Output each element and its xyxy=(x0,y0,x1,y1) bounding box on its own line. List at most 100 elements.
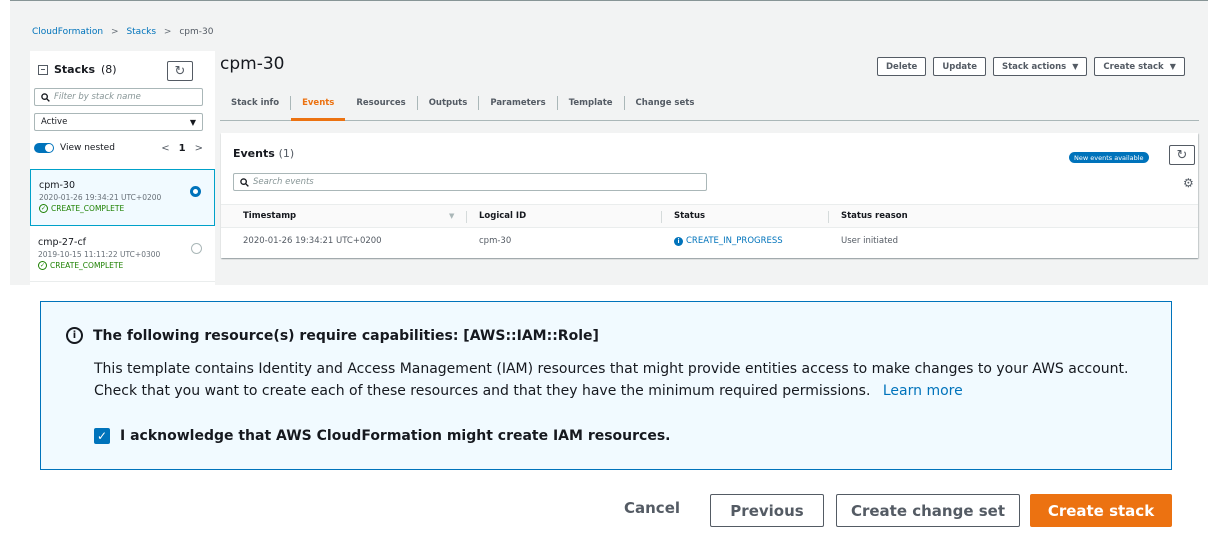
create-stack-dropdown-button[interactable]: Create stack ▼ xyxy=(1094,57,1185,76)
refresh-icon: ↻ xyxy=(1176,147,1188,163)
stack-select-radio[interactable] xyxy=(191,243,202,254)
tab-change-sets[interactable]: Change sets xyxy=(623,96,706,110)
tab-stack-info[interactable]: Stack info xyxy=(220,96,290,110)
tab-events[interactable]: Events xyxy=(290,96,346,121)
create-change-set-button[interactable]: Create change set xyxy=(836,494,1020,527)
caret-down-icon: ▼ xyxy=(1072,62,1079,71)
stack-name[interactable]: cpm-30 xyxy=(39,180,206,191)
stacks-header: Stacks (8) xyxy=(38,63,117,76)
collapse-icon[interactable] xyxy=(38,64,48,75)
column-divider xyxy=(661,211,662,223)
stack-status: ✓ CREATE_COMPLETE xyxy=(38,261,207,270)
event-status-text: CREATE_IN_PROGRESS xyxy=(686,236,783,246)
column-divider xyxy=(466,211,467,223)
search-icon xyxy=(240,177,249,187)
column-header-timestamp[interactable]: Timestamp xyxy=(243,205,453,227)
sort-down-icon[interactable]: ▼ xyxy=(449,205,454,227)
event-status: i CREATE_IN_PROGRESS xyxy=(674,229,844,253)
cancel-button[interactable]: Cancel xyxy=(624,499,680,517)
event-status-reason: User initiated xyxy=(841,236,899,246)
tab-parameters[interactable]: Parameters xyxy=(478,96,556,110)
event-timestamp: 2020-01-26 19:34:21 UTC+0200 xyxy=(243,236,382,246)
breadcrumb-separator-icon: > xyxy=(111,27,119,37)
view-nested-row: View nested < 1 > xyxy=(34,140,203,156)
stack-name[interactable]: cmp-27-cf xyxy=(38,237,207,248)
stacks-title: Stacks xyxy=(54,63,95,76)
stack-actions-button[interactable]: Stack actions ▼ xyxy=(992,57,1088,76)
learn-more-link[interactable]: Learn more xyxy=(883,383,963,399)
pagination: < 1 > xyxy=(161,143,203,154)
caret-down-icon: ▼ xyxy=(1169,62,1176,71)
breadcrumb-separator-icon: > xyxy=(163,27,172,37)
stack-actions-label: Stack actions xyxy=(1001,61,1067,72)
capabilities-alert: i The following resource(s) require capa… xyxy=(40,301,1172,470)
events-heading: Events (1) xyxy=(233,147,294,160)
column-header-status: Status xyxy=(674,211,706,221)
breadcrumb-cloudformation[interactable]: CloudFormation xyxy=(32,27,103,37)
stacks-count: (8) xyxy=(101,63,117,76)
page-next-icon[interactable]: > xyxy=(195,143,203,154)
capabilities-line-2-wrap: Check that you want to create each of th… xyxy=(94,380,1164,402)
info-icon: i xyxy=(66,327,83,344)
create-stack-label: Create stack xyxy=(1103,61,1164,72)
tab-outputs[interactable]: Outputs xyxy=(416,96,479,110)
events-count: (1) xyxy=(278,147,295,160)
table-row: 2020-01-26 19:34:21 UTC+0200 cpm-30 i CR… xyxy=(221,229,1198,253)
stacks-refresh-button[interactable]: ↻ xyxy=(167,61,193,81)
stack-filter-placeholder: Filter by stack name xyxy=(54,92,141,102)
search-icon xyxy=(41,92,50,102)
success-check-icon: ✓ xyxy=(38,261,47,270)
breadcrumb: CloudFormation > Stacks > cpm-30 xyxy=(32,27,213,37)
tab-template[interactable]: Template xyxy=(556,96,624,110)
acknowledge-label[interactable]: I acknowledge that AWS CloudFormation mi… xyxy=(120,428,671,444)
capabilities-heading: i The following resource(s) require capa… xyxy=(66,327,599,344)
tab-resources[interactable]: Resources xyxy=(345,96,416,110)
cloudformation-console-panel: CloudFormation > Stacks > cpm-30 Stacks … xyxy=(10,0,1208,285)
page-number[interactable]: 1 xyxy=(179,143,186,154)
column-header-logical-id: Logical ID xyxy=(479,211,527,221)
events-refresh-button[interactable]: ↻ xyxy=(1169,145,1195,165)
new-events-badge[interactable]: New events available xyxy=(1069,152,1149,163)
capabilities-title: The following resource(s) require capabi… xyxy=(93,327,599,344)
stack-list-item[interactable]: cmp-27-cf 2019-10-15 11:11:22 UTC+0300 ✓… xyxy=(30,227,215,282)
events-title: Events xyxy=(233,147,275,160)
stack-status-text: CREATE_COMPLETE xyxy=(50,261,124,270)
info-icon: i xyxy=(674,236,683,246)
previous-button[interactable]: Previous xyxy=(710,494,824,527)
stack-select-radio[interactable] xyxy=(190,186,201,197)
view-nested-toggle[interactable] xyxy=(34,143,54,153)
refresh-icon: ↻ xyxy=(174,63,186,79)
capabilities-line-2: Check that you want to create each of th… xyxy=(94,383,871,399)
breadcrumb-stacks[interactable]: Stacks xyxy=(126,27,156,37)
create-stack-button[interactable]: Create stack xyxy=(1030,494,1172,527)
page-prev-icon[interactable]: < xyxy=(161,143,169,154)
stack-status: ✓ CREATE_COMPLETE xyxy=(39,204,206,213)
stack-status-value: Active xyxy=(41,117,68,127)
stack-date: 2020-01-26 19:34:21 UTC+0200 xyxy=(39,193,162,202)
stacks-sidebar: Stacks (8) ↻ Filter by stack name Active… xyxy=(30,51,215,285)
capabilities-body: This template contains Identity and Acce… xyxy=(94,358,1164,402)
event-logical-id: cpm-30 xyxy=(479,236,512,246)
column-header-status-reason: Status reason xyxy=(841,211,908,221)
stack-status-text: CREATE_COMPLETE xyxy=(51,204,125,213)
stack-action-buttons: Delete Update Stack actions ▼ Create sta… xyxy=(877,57,1185,76)
page-title: cpm-30 xyxy=(220,54,285,74)
stack-status-select[interactable]: Active ▼ xyxy=(34,113,203,131)
events-search-placeholder: Search events xyxy=(253,177,314,187)
column-divider xyxy=(828,211,829,223)
events-panel: Events (1) New events available ↻ Search… xyxy=(221,133,1198,258)
events-table-header: Timestamp ▼ Logical ID Status Status rea… xyxy=(221,204,1198,228)
update-button[interactable]: Update xyxy=(933,57,986,76)
acknowledge-checkbox[interactable]: ✓ xyxy=(94,428,110,444)
acknowledge-row: ✓ I acknowledge that AWS CloudFormation … xyxy=(94,428,671,444)
delete-button[interactable]: Delete xyxy=(877,57,927,76)
gear-icon[interactable]: ⚙ xyxy=(1183,176,1194,190)
stack-date: 2019-10-15 11:11:22 UTC+0300 xyxy=(38,250,161,259)
capabilities-line-1: This template contains Identity and Acce… xyxy=(94,361,1129,377)
breadcrumb-current: cpm-30 xyxy=(179,27,214,37)
caret-down-icon: ▼ xyxy=(189,117,196,127)
stack-filter-input[interactable]: Filter by stack name xyxy=(34,88,203,106)
stack-list-item[interactable]: cpm-30 2020-01-26 19:34:21 UTC+0200 ✓ CR… xyxy=(30,169,215,226)
stack-tabs: Stack info Events Resources Outputs Para… xyxy=(220,86,1199,121)
events-search-input[interactable]: Search events xyxy=(233,173,707,191)
